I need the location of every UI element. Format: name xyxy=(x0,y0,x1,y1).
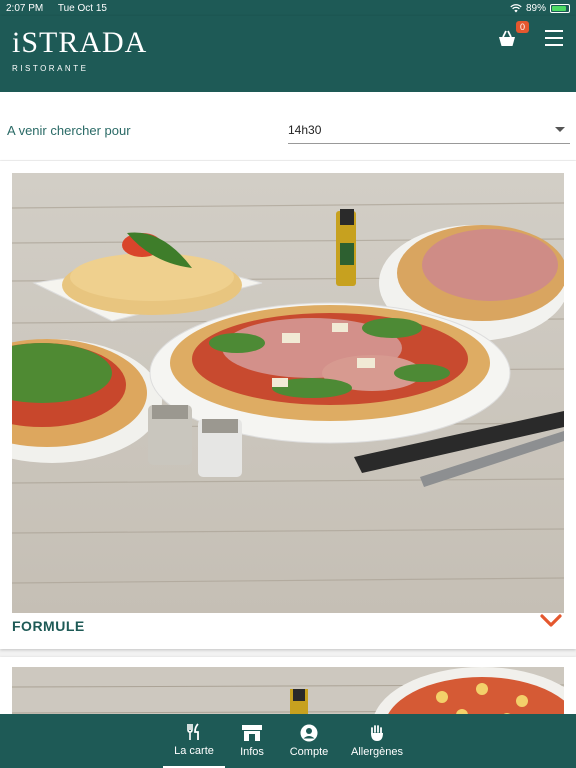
tab-infos[interactable]: Infos xyxy=(231,714,273,768)
pickup-label: A venir chercher pour xyxy=(7,123,131,138)
tab-label: Allergènes xyxy=(351,746,403,758)
battery-icon xyxy=(550,3,570,13)
account-icon xyxy=(300,724,318,742)
tab-compte[interactable]: Compte xyxy=(283,714,335,768)
menu-category-card[interactable]: FORMULE xyxy=(0,161,576,649)
hamburger-menu-icon[interactable] xyxy=(545,30,563,46)
store-icon xyxy=(242,725,262,741)
cart-icon[interactable] xyxy=(496,28,518,50)
menu-category-card[interactable] xyxy=(0,657,576,727)
tab-la-carte[interactable]: La carte xyxy=(163,714,225,768)
cart-count-badge: 0 xyxy=(516,21,530,33)
status-time: 2:07 PM xyxy=(6,2,44,14)
status-bar: 2:07 PM Tue Oct 15 89% xyxy=(0,0,576,16)
hand-icon xyxy=(371,725,383,741)
logo-main-text: iSTRADA xyxy=(12,26,148,59)
card-title: FORMULE xyxy=(12,618,85,634)
pickup-time-section: A venir chercher pour 14h30 xyxy=(0,92,576,160)
pickup-time-select[interactable]: 14h30 xyxy=(288,112,570,144)
tab-label: Infos xyxy=(240,746,264,758)
fork-knife-icon xyxy=(187,723,199,740)
battery-percent: 89% xyxy=(525,2,546,14)
wifi-icon xyxy=(510,3,522,12)
pizza-table-image xyxy=(12,173,564,613)
status-date: Tue Oct 15 xyxy=(57,2,107,14)
tab-label: La carte xyxy=(174,745,214,757)
restaurant-logo[interactable]: iSTRADA RISTORANTE xyxy=(12,26,148,74)
app-header: iSTRADA RISTORANTE xyxy=(0,16,576,92)
tab-label: Compte xyxy=(289,746,329,758)
logo-sub-text: RISTORANTE xyxy=(12,64,89,73)
pickup-time-value: 14h30 xyxy=(288,123,322,137)
chevron-down-icon[interactable] xyxy=(540,614,562,628)
tab-allergenes[interactable]: Allergènes xyxy=(346,714,408,768)
bottom-navigation: La carte Infos Compte Allergènes xyxy=(0,714,576,768)
dropdown-caret-icon xyxy=(555,127,565,132)
